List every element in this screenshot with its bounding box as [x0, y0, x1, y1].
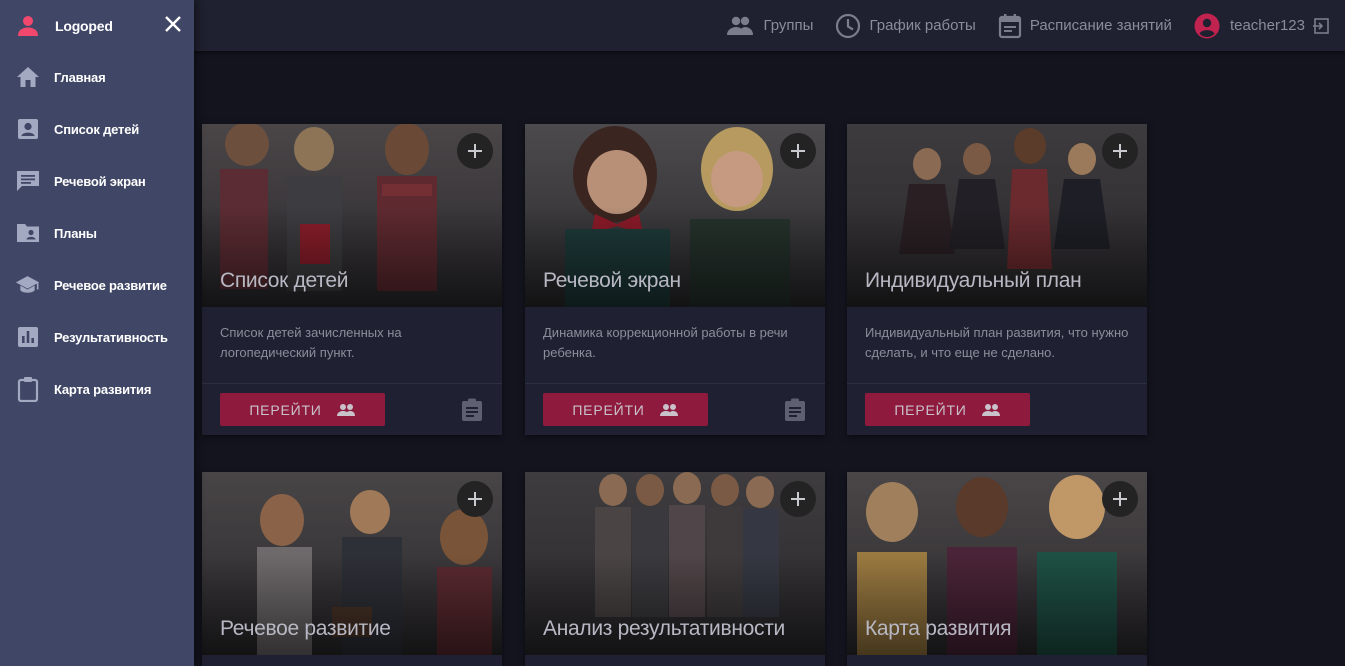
card-description: Список детей зачисленных на логопедическ…	[202, 307, 502, 384]
card-actions: ПЕРЕЙТИ	[202, 384, 502, 435]
contact-card-icon	[15, 117, 40, 142]
card-title: Список детей	[220, 269, 349, 292]
sidebar-item-speech-screen[interactable]: Речевой экран	[0, 155, 194, 207]
person-icon	[18, 15, 38, 36]
add-button[interactable]	[780, 481, 816, 517]
folder-user-icon	[15, 221, 40, 246]
go-button-label: ПЕРЕЙТИ	[894, 401, 967, 418]
card-speech-development: Речевое развитие	[202, 472, 502, 666]
plus-icon	[791, 492, 805, 506]
nav-groups[interactable]: Группы	[725, 15, 813, 37]
chat-icon	[15, 169, 40, 194]
top-navigation: Группы График работы Расписание занятий	[703, 0, 1330, 51]
plus-icon	[468, 144, 482, 158]
add-button[interactable]	[780, 133, 816, 169]
card-description: Индивидуальный план развития, что нужно …	[847, 307, 1147, 384]
go-button[interactable]: ПЕРЕЙТИ	[220, 393, 385, 426]
card-title: Карта развития	[865, 617, 1012, 640]
sidebar-item-home[interactable]: Главная	[0, 51, 194, 103]
card-individual-plan: Индивидуальный план Индивидуальный план …	[847, 124, 1147, 435]
card-description: Динамика коррекционной работы в речи реб…	[525, 307, 825, 384]
sidebar-item-effectiveness[interactable]: Результативность	[0, 311, 194, 363]
user-menu[interactable]: teacher123	[1194, 13, 1330, 39]
add-button[interactable]	[1102, 481, 1138, 517]
username: teacher123	[1229, 17, 1305, 34]
sidebar-item-plans[interactable]: Планы	[0, 207, 194, 259]
card-effectiveness-analysis: Анализ результативности	[525, 472, 825, 666]
card-actions: ПЕРЕЙТИ	[525, 384, 825, 435]
assignment-icon[interactable]	[461, 398, 483, 422]
card-media: Индивидуальный план	[847, 124, 1147, 307]
card-development-map: Карта развития	[847, 472, 1147, 666]
logout-icon[interactable]	[1312, 17, 1330, 35]
plus-icon	[1113, 144, 1127, 158]
card-title: Индивидуальный план	[865, 269, 1082, 292]
sidebar-item-label: Речевой экран	[54, 173, 146, 189]
card-children-list: Список детей Список детей зачисленных на…	[202, 124, 502, 435]
home-icon	[15, 65, 40, 90]
nav-class-schedule[interactable]: Расписание занятий	[998, 13, 1172, 39]
sidebar-item-speech-development[interactable]: Речевое развитие	[0, 259, 194, 311]
sidebar-item-label: Главная	[54, 69, 106, 85]
app-brand: Logoped	[55, 17, 113, 34]
groups-icon	[727, 16, 754, 35]
card-title: Речевой экран	[543, 269, 681, 292]
add-button[interactable]	[1102, 133, 1138, 169]
sidebar-item-development-map[interactable]: Карта развития	[0, 363, 194, 415]
close-icon[interactable]	[162, 13, 184, 35]
top-app-bar: Группы График работы Расписание занятий	[0, 0, 1345, 51]
account-circle-icon	[1194, 13, 1220, 38]
assignment-icon[interactable]	[784, 398, 806, 422]
sidebar-header: Logoped	[0, 0, 194, 51]
sidebar-item-label: Карта развития	[54, 381, 152, 397]
sidebar-item-label: Речевое развитие	[54, 277, 167, 293]
sidebar-item-label: Планы	[54, 225, 97, 241]
sidebar-item-children-list[interactable]: Список детей	[0, 103, 194, 155]
go-button[interactable]: ПЕРЕЙТИ	[865, 393, 1030, 426]
sidebar-item-label: Результативность	[54, 329, 168, 345]
add-button[interactable]	[457, 133, 493, 169]
card-title: Речевое развитие	[220, 617, 391, 640]
card-media: Речевой экран	[525, 124, 825, 307]
add-button[interactable]	[457, 481, 493, 517]
go-button-label: ПЕРЕЙТИ	[572, 401, 645, 418]
bar-chart-icon	[15, 325, 40, 350]
card-media: Анализ результативности	[525, 472, 825, 655]
plus-icon	[468, 492, 482, 506]
nav-work-schedule[interactable]: График работы	[835, 13, 976, 39]
sidebar-item-label: Список детей	[54, 121, 140, 137]
clipboard-icon	[15, 377, 40, 402]
groups-icon	[659, 403, 678, 416]
groups-icon	[981, 403, 1000, 416]
go-button[interactable]: ПЕРЕЙТИ	[543, 393, 708, 426]
card-speech-screen: Речевой экран Динамика коррекционной раб…	[525, 124, 825, 435]
go-button-label: ПЕРЕЙТИ	[249, 401, 322, 418]
card-title: Анализ результативности	[543, 617, 785, 640]
card-actions: ПЕРЕЙТИ	[847, 384, 1147, 435]
card-media: Речевое развитие	[202, 472, 502, 655]
calendar-icon	[998, 13, 1021, 38]
clock-icon	[836, 13, 861, 38]
sidebar: Logoped Главная Список детей Речевой экр…	[0, 0, 194, 666]
school-cap-icon	[15, 273, 40, 298]
nav-class-schedule-label: Расписание занятий	[1029, 17, 1172, 34]
groups-icon	[336, 403, 355, 416]
nav-work-schedule-label: График работы	[869, 17, 976, 34]
plus-icon	[1113, 492, 1127, 506]
nav-groups-label: Группы	[763, 17, 814, 34]
card-media: Карта развития	[847, 472, 1147, 655]
card-media: Список детей	[202, 124, 502, 307]
plus-icon	[791, 144, 805, 158]
